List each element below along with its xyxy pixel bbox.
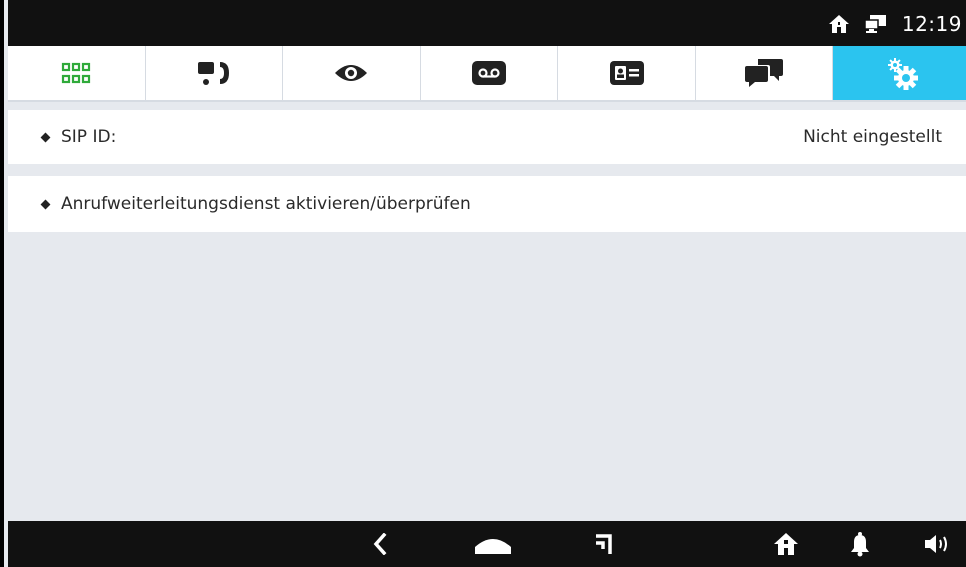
screen: 12:19 SIP ID: Nicht eingestellt Anrufwei… [0, 0, 966, 567]
tab-camera[interactable] [283, 46, 421, 100]
tab-voicemail[interactable] [420, 46, 559, 100]
network-icon [864, 14, 888, 34]
tab-intercom[interactable] [145, 46, 284, 100]
bullet-icon [40, 199, 51, 209]
volume-button[interactable] [916, 521, 960, 567]
tab-contacts[interactable] [558, 46, 696, 100]
navigation-bar [8, 521, 966, 567]
status-area: 12:19 [828, 9, 962, 39]
bullet-icon [40, 132, 51, 142]
house-icon [773, 532, 799, 556]
sip-id-value: Nicht eingestellt [803, 127, 942, 147]
recents-button[interactable] [582, 521, 626, 567]
home-nav-icon [473, 533, 513, 555]
sip-id-row[interactable]: SIP ID: Nicht eingestellt [8, 110, 966, 164]
call-forwarding-row[interactable]: Anrufweiterleitungsdienst aktivieren/übe… [8, 176, 966, 232]
tab-apps[interactable] [8, 46, 146, 100]
home-icon [828, 14, 850, 34]
contact-card-icon [609, 60, 645, 86]
tab-bar [8, 46, 966, 102]
voicemail-icon [471, 60, 507, 86]
home-nav-button[interactable] [468, 521, 518, 567]
eye-icon [333, 61, 369, 85]
tab-settings[interactable] [833, 46, 966, 100]
volume-icon [923, 533, 953, 555]
sip-id-label: SIP ID: [61, 127, 117, 147]
chat-bubbles-icon [744, 57, 784, 89]
settings-gears-icon [882, 56, 922, 90]
apps-grid-icon [61, 62, 91, 84]
recents-icon [594, 532, 614, 556]
bell-button[interactable] [838, 521, 882, 567]
tab-messages[interactable] [695, 46, 834, 100]
status-clock: 12:19 [901, 12, 962, 36]
house-button[interactable] [764, 521, 808, 567]
call-forwarding-label: Anrufweiterleitungsdienst aktivieren/übe… [61, 194, 471, 214]
status-bar: 12:19 [8, 0, 966, 46]
bell-icon [849, 531, 871, 557]
back-button[interactable] [358, 521, 402, 567]
intercom-call-icon [196, 58, 232, 88]
settings-content: SIP ID: Nicht eingestellt Anrufweiterlei… [8, 104, 966, 521]
back-icon [372, 533, 388, 555]
